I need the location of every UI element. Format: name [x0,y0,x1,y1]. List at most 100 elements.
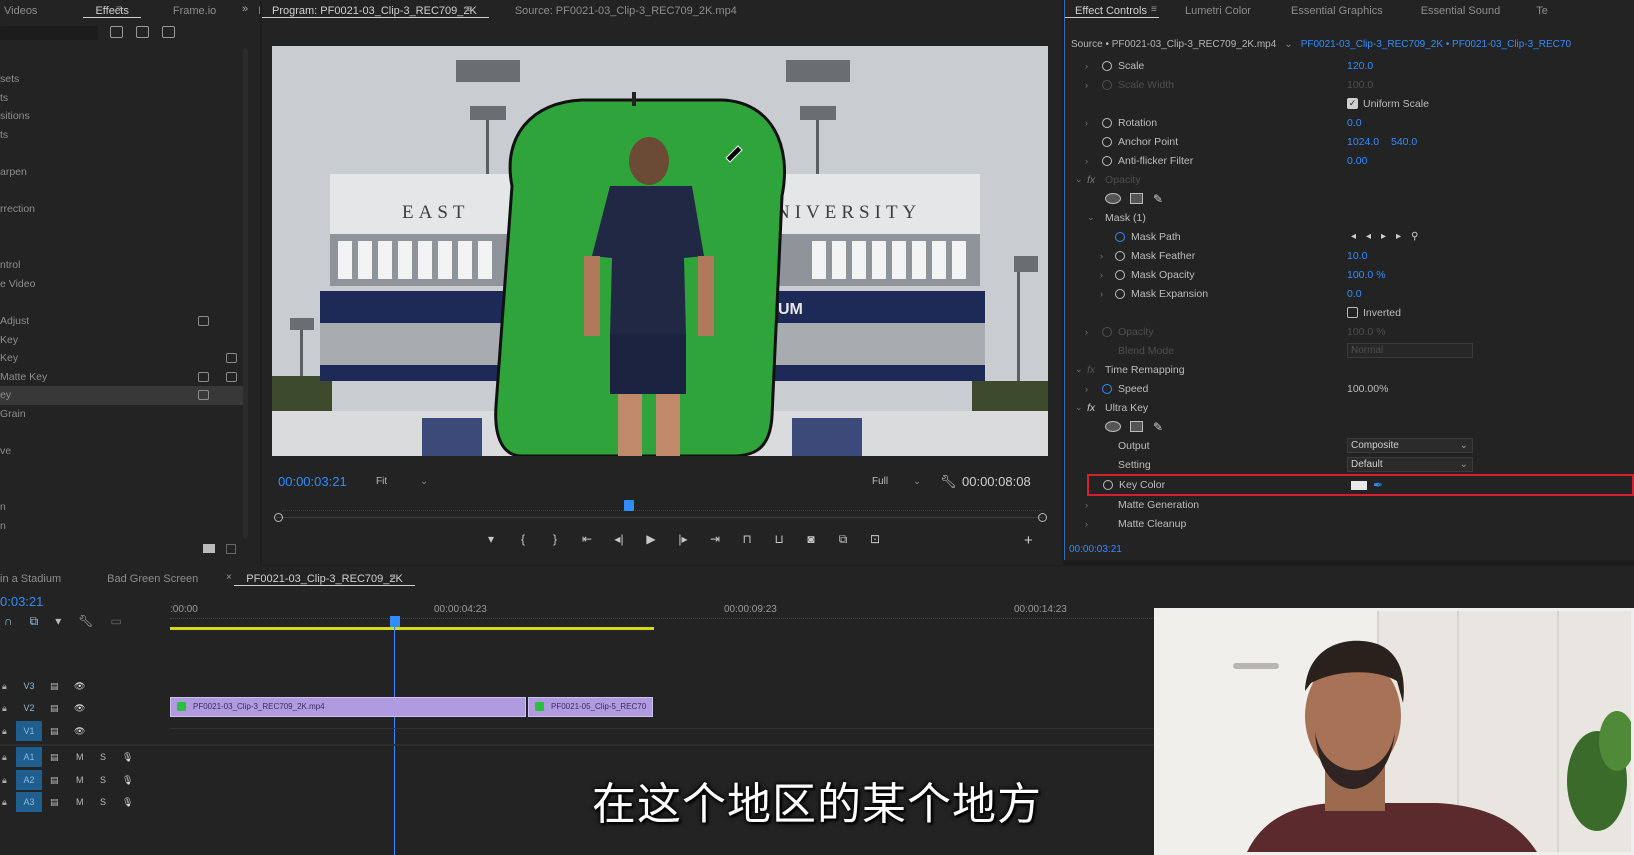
chevron-down-icon[interactable]: ⌄ [1075,402,1083,413]
timeline-settings-wrench-icon[interactable]: 🔧︎ [78,614,93,629]
lock-icon[interactable]: 🔒︎ [2,681,7,692]
yuv-effects-icon[interactable] [162,26,175,38]
sync-lock-icon[interactable]: ▤ [50,752,59,763]
chevron-down-icon[interactable]: ⌄ [1075,364,1083,375]
close-tab-icon[interactable]: × [226,572,232,583]
chevron-right-icon[interactable]: › [1100,270,1103,280]
effects-list-item[interactable] [0,460,245,479]
effects-list-item[interactable]: ey [0,386,245,405]
fx-icon[interactable]: fx [1087,174,1095,186]
fx-icon[interactable]: fx [1087,402,1095,414]
eye-icon[interactable]: 👁︎ [74,703,85,714]
program-menu-icon[interactable]: ≡ [465,4,471,15]
chevron-right-icon[interactable]: › [1085,327,1088,337]
mask-track-controls[interactable]: ◂◂▸▸⚲ [1351,231,1428,242]
work-area-bar[interactable] [170,627,654,630]
mark-out-icon[interactable]: } [546,530,564,548]
effects-list-item[interactable]: e Video [0,275,245,294]
effects-list-item[interactable] [0,144,245,163]
chevron-right-icon[interactable]: › [1085,118,1088,128]
timeline-playhead-handle[interactable] [390,616,400,627]
effects-list-item[interactable]: ts [0,126,245,145]
chevron-right-icon[interactable]: › [1085,500,1088,510]
track-header[interactable]: 🔒︎ V1 ▤ 👁︎ [0,720,168,742]
eyedropper-icon[interactable]: ✒ [1373,478,1383,492]
tab-essential-sound[interactable]: Essential Sound [1409,5,1513,17]
effects-list-item[interactable] [0,182,245,201]
pen-mask-icon[interactable]: ✎ [1153,420,1163,434]
timeline-clip[interactable]: PF0021-03_Clip-3_REC709_2K.mp4 [170,697,526,717]
snap-icon[interactable]: ∩ [4,614,13,629]
tab-program[interactable]: Program: PF0021-03_Clip-3_REC709_2K [262,5,489,18]
captions-icon[interactable]: ▭ [110,614,121,629]
anchor-point-y-value[interactable]: 540.0 [1391,136,1417,148]
compare-view-icon[interactable]: ⧉ [834,530,852,548]
rectangle-mask-icon[interactable] [1130,421,1143,432]
stopwatch-icon[interactable] [1102,136,1112,147]
setting-dropdown[interactable]: Default ⌄ [1347,457,1473,472]
effects-list-item[interactable]: sitions [0,107,245,126]
stopwatch-icon[interactable] [1102,155,1112,166]
output-dropdown[interactable]: Composite ⌄ [1347,438,1473,453]
panel-overflow-icon[interactable]: » [242,3,248,15]
rectangle-mask-icon[interactable] [1130,193,1143,204]
stopwatch-icon[interactable] [1115,288,1125,299]
effects-list-item[interactable]: arpen [0,163,245,182]
ec-clip-label[interactable]: PF0021-03_Clip-3_REC709_2K • PF0021-03_C… [1301,39,1571,50]
scroll-end-handle[interactable] [1038,513,1047,522]
chevron-right-icon[interactable]: › [1085,80,1088,90]
chevron-down-icon[interactable]: ⌄ [1075,174,1083,185]
go-to-out-icon[interactable]: ⇥ [706,530,724,548]
effects-list-item[interactable]: sets [0,70,245,89]
mask-opacity-value[interactable]: 100.0 % [1347,269,1386,281]
scale-value[interactable]: 120.0 [1347,60,1373,72]
track-header[interactable]: 🔒︎ V2 ▤ 👁︎ [0,697,168,719]
track-target[interactable]: A1 [16,747,42,767]
stopwatch-icon[interactable] [1115,231,1125,242]
solo-button[interactable]: S [100,752,106,762]
eye-icon[interactable]: 👁︎ [74,681,85,692]
multi-camera-icon[interactable]: ⊡ [866,530,884,548]
rotation-value[interactable]: 0.0 [1347,117,1362,129]
ec-footer-timecode[interactable]: 00:00:03:21 [1069,544,1122,555]
speed-value[interactable]: 100.00% [1347,383,1388,395]
settings-wrench-icon[interactable]: 🔧︎ [940,474,957,490]
tab-libraries[interactable]: Libr [246,5,260,17]
stopwatch-icon[interactable] [1102,79,1112,90]
eye-icon[interactable]: 👁︎ [74,726,85,737]
chevron-right-icon[interactable]: › [1085,156,1088,166]
effects-list-item[interactable]: Matte Key [0,368,245,387]
lock-icon[interactable]: 🔒︎ [2,726,7,737]
effects-list-item[interactable]: n [0,498,245,517]
add-marker-icon[interactable]: ▾ [482,530,500,548]
new-bin-icon[interactable] [203,544,215,553]
mark-in-icon[interactable]: { [514,530,532,548]
effects-list-item[interactable] [0,219,245,238]
tab-sequence-bad-green-screen[interactable]: Bad Green Screen [95,573,210,585]
chevron-down-icon[interactable]: ⌄ [1284,39,1292,50]
effects-list-item[interactable]: n [0,516,245,535]
stopwatch-icon[interactable] [1102,383,1112,394]
anti-flicker-value[interactable]: 0.00 [1347,155,1367,167]
playhead-timecode[interactable]: 00:00:03:21 [278,474,347,489]
stopwatch-icon[interactable] [1102,117,1112,128]
effects-list-item[interactable]: Key [0,330,245,349]
track-header[interactable]: 🔒︎ A1 ▤ M S 🎙︎ [0,746,168,768]
video-frame[interactable]: EAST NIVERSITY UM [272,46,1048,456]
tab-text[interactable]: Te [1524,5,1560,17]
ec-menu-icon[interactable]: ≡ [1151,4,1157,15]
effects-list-item[interactable] [0,293,245,312]
go-to-in-icon[interactable]: ⇤ [578,530,596,548]
stopwatch-icon[interactable] [1103,480,1113,490]
sync-lock-icon[interactable]: ▤ [50,703,59,714]
tab-effect-controls[interactable]: Effect Controls [1065,5,1159,18]
lift-icon[interactable]: ⊓ [738,530,756,548]
effects-list-item[interactable]: ve [0,442,245,461]
timeline-timecode[interactable]: 0:03:21 [0,594,43,609]
extract-icon[interactable]: ⊔ [770,530,788,548]
mask-feather-value[interactable]: 10.0 [1347,250,1367,262]
tab-lumetri-color[interactable]: Lumetri Color [1173,5,1263,17]
button-editor-plus-icon[interactable]: + [1024,532,1033,549]
chevron-right-icon[interactable]: › [1085,519,1088,529]
microphone-icon[interactable]: 🎙︎ [122,752,133,763]
